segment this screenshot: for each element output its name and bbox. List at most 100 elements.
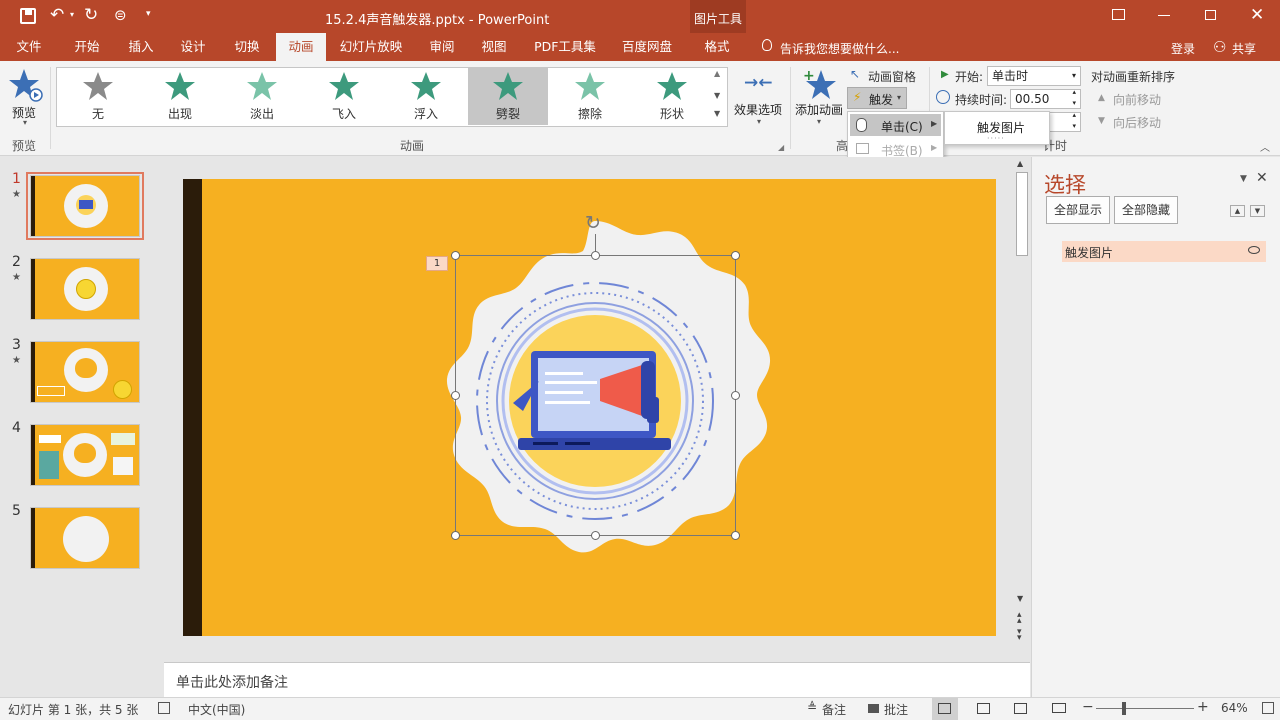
- zoom-out-icon[interactable]: −: [1082, 699, 1094, 715]
- ribbon-display-options-icon[interactable]: [1112, 9, 1125, 20]
- rotate-handle-icon[interactable]: ↻: [585, 212, 601, 234]
- minimize-icon[interactable]: [1158, 15, 1170, 16]
- animation-fade[interactable]: 淡出: [222, 67, 302, 125]
- show-all-button[interactable]: 全部显示: [1046, 196, 1110, 224]
- duration-input[interactable]: 00.50 ▴ ▾: [1010, 88, 1081, 109]
- tab-pdf-tools[interactable]: PDF工具集: [530, 33, 600, 61]
- restore-icon[interactable]: [1205, 10, 1216, 20]
- tell-me-search[interactable]: 告诉我您想要做什么...: [780, 40, 899, 57]
- zoom-slider-track[interactable]: [1096, 708, 1194, 709]
- reading-view-icon[interactable]: [1014, 703, 1027, 714]
- resize-handle-bottom[interactable]: [591, 531, 600, 540]
- tab-home[interactable]: 开始: [64, 33, 110, 61]
- notes-toggle[interactable]: 备注: [822, 701, 846, 718]
- pane-options-icon[interactable]: ▼: [1240, 174, 1247, 184]
- undo-icon[interactable]: ↶: [50, 5, 64, 25]
- scroll-up-icon[interactable]: ▲: [1017, 159, 1023, 168]
- gallery-scroll-down[interactable]: ▼: [714, 91, 720, 100]
- redo-icon[interactable]: ↻: [84, 5, 98, 25]
- tab-design[interactable]: 设计: [170, 33, 216, 61]
- tab-view[interactable]: 视图: [471, 33, 517, 61]
- resize-handle-left[interactable]: [451, 391, 460, 400]
- share-user-icon[interactable]: ⚇: [1213, 38, 1226, 56]
- zoom-level[interactable]: 64%: [1221, 701, 1248, 715]
- effect-options-button[interactable]: →← 效果选项 ▾: [734, 67, 784, 131]
- slide-number: 3: [12, 337, 21, 353]
- undo-dropdown-icon[interactable]: ▾: [70, 10, 74, 19]
- bring-forward-icon[interactable]: ▲: [1230, 205, 1245, 217]
- animation-shape[interactable]: 形状: [632, 67, 712, 125]
- scroll-thumb[interactable]: [1016, 172, 1028, 256]
- comments-icon[interactable]: [868, 704, 879, 713]
- slide-canvas[interactable]: ↻ 1: [183, 179, 996, 636]
- visibility-eye-icon[interactable]: [1248, 246, 1260, 254]
- slide-thumbnail-2[interactable]: [30, 258, 140, 320]
- tab-insert[interactable]: 插入: [118, 33, 164, 61]
- resize-handle-top-right[interactable]: [731, 251, 740, 260]
- animation-order-tag[interactable]: 1: [426, 256, 448, 271]
- move-earlier-button[interactable]: 向前移动: [1113, 91, 1161, 108]
- resize-handle-right[interactable]: [731, 391, 740, 400]
- animation-float-in[interactable]: 浮入: [386, 67, 466, 125]
- touch-mode-icon[interactable]: ⊜: [114, 6, 127, 24]
- tab-baidu-netdisk[interactable]: 百度网盘: [616, 33, 678, 61]
- scroll-down-icon[interactable]: ▼: [1017, 594, 1023, 603]
- gallery-more[interactable]: ▼: [714, 109, 720, 118]
- comments-toggle[interactable]: 批注: [884, 701, 908, 718]
- animation-split[interactable]: 劈裂: [468, 67, 548, 125]
- language-indicator[interactable]: 中文(中国): [188, 701, 245, 718]
- selection-item-trigger-picture[interactable]: 触发图片: [1062, 241, 1266, 262]
- save-icon[interactable]: [20, 8, 36, 24]
- animation-appear[interactable]: 出现: [140, 67, 220, 125]
- slide-thumbnail-4[interactable]: [30, 424, 140, 486]
- preview-button[interactable]: 预览 ▾: [6, 65, 46, 129]
- pane-close-icon[interactable]: ✕: [1256, 170, 1268, 186]
- normal-view-icon[interactable]: [932, 698, 958, 720]
- start-select[interactable]: 单击时 ▾: [987, 66, 1081, 86]
- tab-animations[interactable]: 动画: [276, 33, 326, 61]
- resize-handle-top-left[interactable]: [451, 251, 460, 260]
- resize-handle-top[interactable]: [591, 251, 600, 260]
- tab-slideshow[interactable]: 幻灯片放映: [334, 33, 408, 61]
- animation-wipe[interactable]: 擦除: [550, 67, 630, 125]
- spellcheck-icon[interactable]: [158, 702, 170, 714]
- animation-fly-in[interactable]: 飞入: [304, 67, 384, 125]
- customize-qat-icon[interactable]: ▾: [146, 9, 151, 19]
- tab-review[interactable]: 审阅: [419, 33, 465, 61]
- split-star-icon: [493, 72, 523, 100]
- slide-thumbnail-5[interactable]: [30, 507, 140, 569]
- collapse-ribbon-icon[interactable]: ︿: [1260, 139, 1270, 154]
- zoom-slider-thumb[interactable]: [1122, 702, 1126, 715]
- slide-thumbnail-3[interactable]: [30, 341, 140, 403]
- dialog-launcher-icon[interactable]: ◢: [778, 143, 784, 152]
- move-later-button[interactable]: 向后移动: [1113, 114, 1161, 131]
- hide-all-button[interactable]: 全部隐藏: [1114, 196, 1178, 224]
- next-slide-icon[interactable]: ▾ ▾: [1017, 628, 1022, 643]
- previous-slide-icon[interactable]: ▴ ▴: [1017, 611, 1022, 626]
- notes-pane[interactable]: 单击此处添加备注: [164, 662, 1030, 698]
- gallery-scroll-up[interactable]: ▲: [714, 69, 720, 78]
- slideshow-icon[interactable]: [1052, 703, 1066, 713]
- add-animation-button[interactable]: + 添加动画 ▾: [795, 65, 845, 129]
- animation-pane-button[interactable]: 动画窗格: [868, 68, 916, 85]
- resize-handle-bottom-right[interactable]: [731, 531, 740, 540]
- share-button[interactable]: 共享: [1232, 40, 1256, 57]
- tab-file[interactable]: 文件: [6, 33, 52, 61]
- close-icon[interactable]: ✕: [1250, 5, 1264, 25]
- tab-format[interactable]: 格式: [694, 33, 740, 61]
- login-link[interactable]: 登录: [1171, 40, 1195, 57]
- slide-sorter-icon[interactable]: [977, 703, 990, 714]
- send-backward-icon[interactable]: ▼: [1250, 205, 1265, 217]
- tab-transitions[interactable]: 切换: [224, 33, 270, 61]
- trigger-lightning-icon: ⚡: [853, 90, 862, 104]
- zoom-in-icon[interactable]: +: [1197, 699, 1209, 715]
- picture-tools-label: 图片工具: [694, 12, 743, 26]
- vertical-scrollbar[interactable]: ▲ ▼ ▴ ▴ ▾ ▾: [1014, 157, 1030, 660]
- resize-handle-bottom-left[interactable]: [451, 531, 460, 540]
- slide-thumbnail-1[interactable]: [30, 175, 140, 237]
- animation-none[interactable]: 无: [58, 67, 138, 125]
- fit-to-window-icon[interactable]: [1262, 702, 1274, 714]
- trigger-button[interactable]: ⚡ 触发 ▾: [847, 87, 907, 109]
- menu-item-on-click[interactable]: 单击(C) ▶: [850, 114, 941, 136]
- notes-icon[interactable]: ≜: [807, 700, 817, 714]
